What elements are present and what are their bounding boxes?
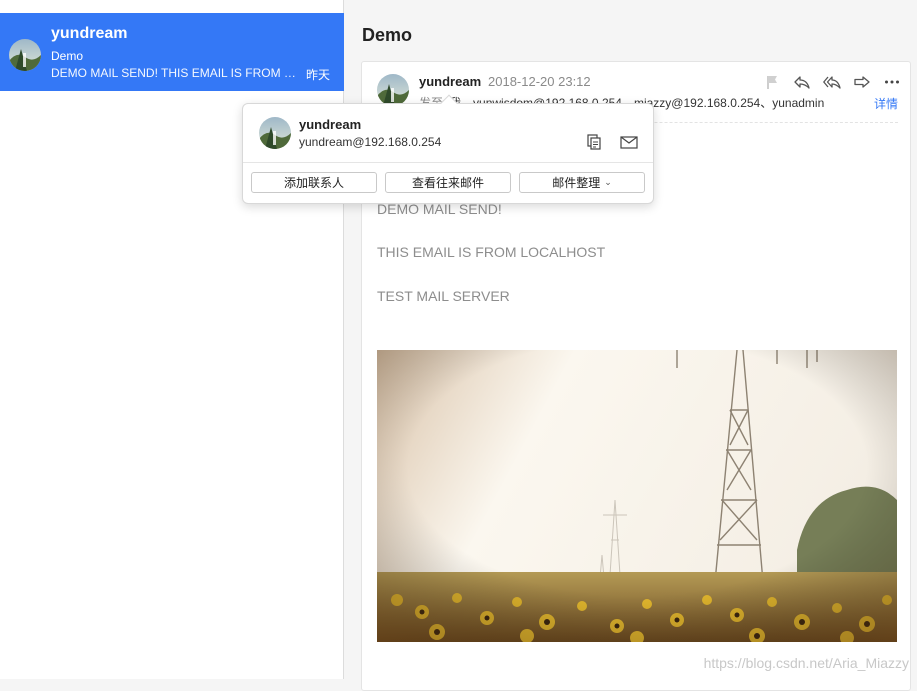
contact-address: yundream@192.168.0.254 (299, 135, 442, 149)
details-link[interactable]: 详情 (874, 95, 898, 112)
message-sender[interactable]: yundream (419, 74, 481, 89)
add-contact-button[interactable]: 添加联系人 (251, 172, 377, 193)
mail-list-item-selected[interactable]: yundream Demo DEMO MAIL SEND! THIS EMAIL… (0, 13, 344, 91)
flag-icon[interactable] (762, 72, 782, 92)
sender-avatar (9, 39, 41, 71)
view-history-button[interactable]: 查看往来邮件 (385, 172, 511, 193)
chevron-down-icon: ⌄ (604, 177, 612, 187)
reading-pane: Demo yundream 2018-12-20 23:12 发至我、yunwi… (345, 0, 917, 691)
watermark: https://blog.csdn.net/Aria_Miazzy (703, 655, 909, 671)
mail-list-pane: yundream Demo DEMO MAIL SEND! THIS EMAIL… (0, 0, 344, 679)
mail-subject: Demo (51, 49, 84, 63)
forward-icon[interactable] (852, 72, 872, 92)
organize-mail-button[interactable]: 邮件整理 ⌄ (519, 172, 645, 193)
mail-preview: DEMO MAIL SEND! THIS EMAIL IS FROM LOCAL… (51, 66, 296, 80)
organize-mail-label: 邮件整理 (552, 176, 601, 190)
mail-sender: yundream (51, 25, 128, 42)
copy-icon[interactable] (584, 132, 604, 152)
contact-avatar (259, 117, 291, 149)
sender-avatar[interactable] (377, 74, 409, 106)
mail-time: 昨天 (305, 68, 330, 82)
mail-icon[interactable] (619, 132, 639, 152)
body-line: TEST MAIL SERVER (377, 288, 510, 304)
more-icon[interactable] (882, 72, 902, 92)
body-line: THIS EMAIL IS FROM LOCALHOST (377, 244, 606, 260)
embedded-photo (377, 350, 897, 642)
message-actions (762, 72, 902, 92)
message-title: Demo (362, 25, 413, 45)
message-date: 2018-12-20 23:12 (488, 74, 591, 89)
popover-divider (243, 162, 653, 163)
reply-all-icon[interactable] (822, 72, 842, 92)
reply-icon[interactable] (792, 72, 812, 92)
contact-name: yundream (299, 117, 362, 132)
contact-popover: yundream yundream@192.168.0.254 添加联系人 查看… (242, 94, 654, 204)
